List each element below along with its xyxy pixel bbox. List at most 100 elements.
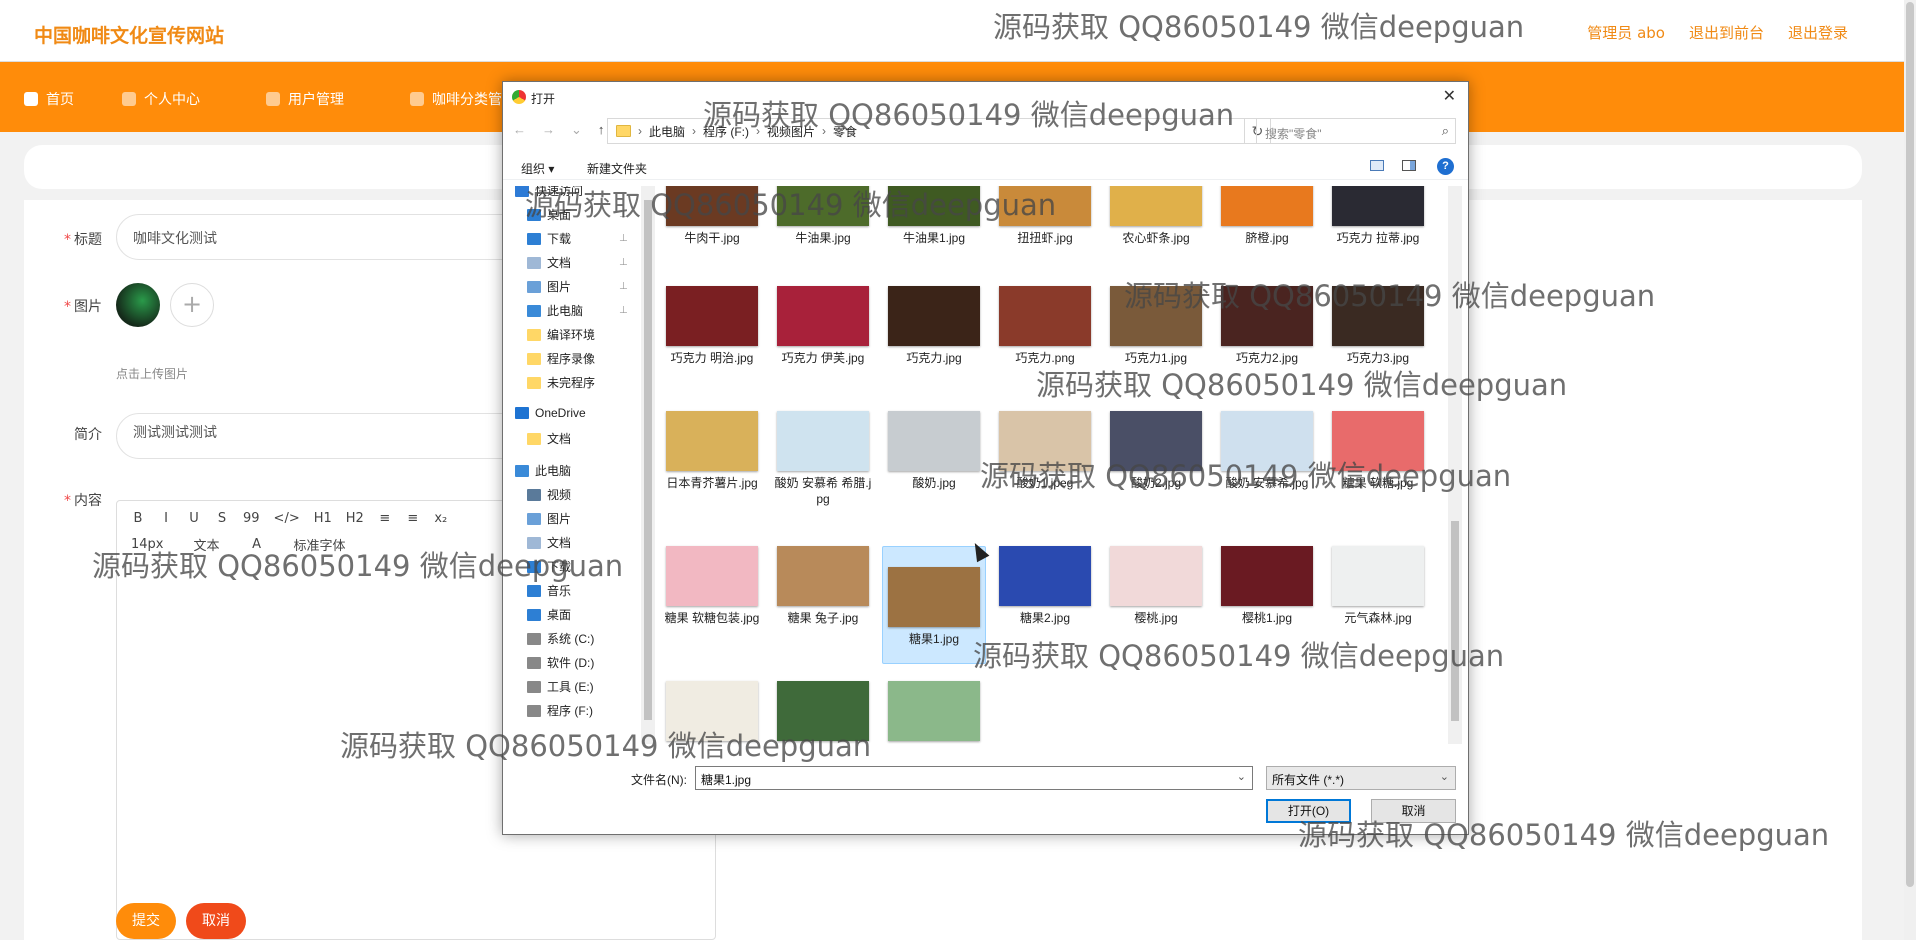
file-item[interactable]: 元气森林.jpg bbox=[1326, 546, 1430, 626]
nav-tree-item[interactable]: 工具 (E:) bbox=[527, 678, 594, 695]
back-to-front-link[interactable]: 退出到前台 bbox=[1689, 22, 1764, 43]
file-list-scrollbar[interactable] bbox=[1448, 186, 1462, 744]
nav-profile[interactable]: 个人中心 bbox=[122, 89, 200, 109]
file-item[interactable]: 巧克力 拉蒂.jpg bbox=[1326, 186, 1430, 246]
file-item[interactable]: 牛肉干.jpg bbox=[660, 186, 764, 246]
back-arrow-icon[interactable]: ← bbox=[513, 122, 526, 138]
file-item[interactable]: 酸奶1.jpeg bbox=[993, 411, 1097, 491]
file-item[interactable]: 元气森林1.jpg bbox=[660, 681, 764, 744]
file-item[interactable]: 巧克力.jpg bbox=[882, 286, 986, 366]
view-options-icon[interactable] bbox=[1370, 160, 1384, 171]
forward-arrow-icon[interactable]: → bbox=[542, 122, 555, 138]
cancel-button[interactable]: 取消 bbox=[186, 903, 246, 939]
nav-tree-item[interactable]: 快速访问 bbox=[515, 186, 583, 199]
nav-tree-item[interactable]: 程序录像 bbox=[527, 350, 595, 367]
search-input[interactable]: 搜索"零食" ⌕ bbox=[1256, 118, 1456, 144]
nav-tree-item[interactable]: 图片 ⊥ bbox=[527, 278, 628, 295]
code-button[interactable]: </> bbox=[274, 511, 300, 526]
nav-tree-item[interactable]: 软件 (D:) bbox=[527, 654, 594, 671]
bullet-list-button[interactable]: ≡ bbox=[406, 511, 420, 526]
nav-tree-item[interactable]: 桌面 ⊥ bbox=[527, 206, 628, 223]
file-item[interactable]: 巧克力1.jpg bbox=[1104, 286, 1208, 366]
nav-tree-item[interactable]: 文档 bbox=[527, 534, 571, 551]
file-item[interactable]: 元气森林4.jpeg bbox=[882, 681, 986, 744]
nav-pane-scrollbar[interactable] bbox=[641, 186, 655, 744]
font-family-select[interactable]: 标准字体 bbox=[294, 535, 346, 554]
file-item[interactable]: 元气森林2.jpg bbox=[771, 681, 875, 744]
path-segment[interactable]: 程序 (F:) bbox=[703, 123, 749, 140]
nav-coffee-category[interactable]: 咖啡分类管 bbox=[410, 89, 502, 109]
nav-tree-item[interactable]: 编译环境 bbox=[527, 326, 595, 343]
nav-tree-item[interactable]: 未完程序 bbox=[527, 374, 595, 391]
file-item[interactable]: 巧克力3.jpg bbox=[1326, 286, 1430, 366]
organize-menu[interactable]: 组织 ▾ bbox=[521, 160, 554, 177]
h2-button[interactable]: H2 bbox=[346, 511, 364, 526]
filename-input[interactable]: 糖果1.jpg ⌄ bbox=[695, 766, 1253, 790]
dropdown-arrow-icon[interactable]: ⌄ bbox=[571, 122, 582, 138]
file-item[interactable]: 日本青芥薯片.jpg bbox=[660, 411, 764, 491]
nav-tree-item[interactable]: 桌面 bbox=[527, 606, 571, 623]
nav-tree-item[interactable]: 音乐 bbox=[527, 582, 571, 599]
page-scrollbar-thumb[interactable] bbox=[1906, 2, 1914, 887]
file-item[interactable]: 糖果 软糖.jpg bbox=[1326, 411, 1430, 491]
nav-home[interactable]: 首页 bbox=[24, 89, 74, 109]
nav-scroll-thumb[interactable] bbox=[644, 200, 652, 720]
file-item[interactable]: 糖果1.jpg bbox=[882, 546, 986, 664]
nav-tree-item[interactable]: 此电脑 ⊥ bbox=[527, 302, 628, 319]
ordered-list-button[interactable]: ≡ bbox=[378, 511, 392, 526]
file-item[interactable]: 扭扭虾.jpg bbox=[993, 186, 1097, 246]
font-size-select[interactable]: 14px bbox=[131, 537, 164, 552]
chevron-down-icon[interactable]: ⌄ bbox=[1237, 770, 1246, 783]
file-scroll-thumb[interactable] bbox=[1451, 521, 1459, 721]
up-arrow-icon[interactable]: ↑ bbox=[598, 122, 605, 138]
quote-button[interactable]: 99 bbox=[243, 511, 260, 526]
file-item[interactable]: 牛油果1.jpg bbox=[882, 186, 986, 246]
path-segment[interactable]: 视频图片 bbox=[767, 123, 815, 140]
nav-tree-item[interactable]: 此电脑 bbox=[515, 462, 571, 479]
file-item[interactable]: 樱桃1.jpg bbox=[1215, 546, 1319, 626]
submit-button[interactable]: 提交 bbox=[116, 903, 176, 939]
text-style-select[interactable]: 文本 bbox=[194, 535, 220, 554]
site-title[interactable]: 中国咖啡文化宣传网站 bbox=[34, 21, 224, 48]
file-item[interactable]: 巧克力.png bbox=[993, 286, 1097, 366]
open-button[interactable]: 打开(O) bbox=[1266, 799, 1351, 823]
admin-link[interactable]: 管理员 abo bbox=[1587, 22, 1665, 43]
file-item[interactable]: 牛油果.jpg bbox=[771, 186, 875, 246]
close-icon[interactable]: ✕ bbox=[1443, 86, 1456, 106]
nav-tree-item[interactable]: 程序 (F:) bbox=[527, 702, 593, 719]
file-item[interactable]: 巧克力 明治.jpg bbox=[660, 286, 764, 366]
nav-tree-item[interactable]: 图片 bbox=[527, 510, 571, 527]
underline-button[interactable]: U bbox=[187, 511, 201, 526]
italic-button[interactable]: I bbox=[159, 511, 173, 526]
page-scrollbar[interactable] bbox=[1904, 0, 1916, 940]
file-item[interactable]: 糖果 兔子.jpg bbox=[771, 546, 875, 626]
address-bar[interactable]: › 此电脑 › 程序 (F:) › 视频图片 › 零食 bbox=[607, 118, 1245, 144]
nav-tree-item[interactable]: 文档 bbox=[527, 430, 571, 447]
file-item[interactable]: 糖果2.jpg bbox=[993, 546, 1097, 626]
bold-button[interactable]: B bbox=[131, 511, 145, 526]
file-item[interactable]: 脐橙.jpg bbox=[1215, 186, 1319, 246]
title-input[interactable]: 咖啡文化测试 bbox=[116, 214, 536, 260]
file-item[interactable]: 酸奶.jpg bbox=[882, 411, 986, 491]
strike-button[interactable]: S bbox=[215, 511, 229, 526]
nav-tree-item[interactable]: 文档 ⊥ bbox=[527, 254, 628, 271]
help-icon[interactable]: ? bbox=[1437, 158, 1454, 175]
dialog-cancel-button[interactable]: 取消 bbox=[1371, 799, 1456, 823]
preview-pane-icon[interactable] bbox=[1402, 160, 1416, 171]
nav-tree-item[interactable]: 下载 bbox=[527, 558, 571, 575]
logout-link[interactable]: 退出登录 bbox=[1788, 22, 1848, 43]
nav-tree-item[interactable]: 视频 bbox=[527, 486, 571, 503]
subscript-button[interactable]: x₂ bbox=[434, 511, 448, 526]
font-color-button[interactable]: A bbox=[250, 537, 264, 552]
nav-tree-item[interactable]: 系统 (C:) bbox=[527, 630, 594, 647]
file-type-select[interactable]: 所有文件 (*.*) ⌄ bbox=[1266, 766, 1456, 790]
nav-tree-item[interactable]: OneDrive bbox=[515, 406, 586, 420]
file-item[interactable]: 糖果 软糖包装.jpg bbox=[660, 546, 764, 626]
file-item[interactable]: 酸奶2.jpg bbox=[1104, 411, 1208, 491]
new-folder-button[interactable]: 新建文件夹 bbox=[587, 160, 647, 177]
add-image-button[interactable]: + bbox=[170, 283, 214, 327]
uploaded-image-thumbnail[interactable] bbox=[116, 283, 160, 327]
intro-input[interactable]: 测试测试测试 bbox=[116, 413, 536, 459]
file-item[interactable]: 农心虾条.jpg bbox=[1104, 186, 1208, 246]
file-item[interactable]: 酸奶 安慕希.jpg bbox=[1215, 411, 1319, 491]
